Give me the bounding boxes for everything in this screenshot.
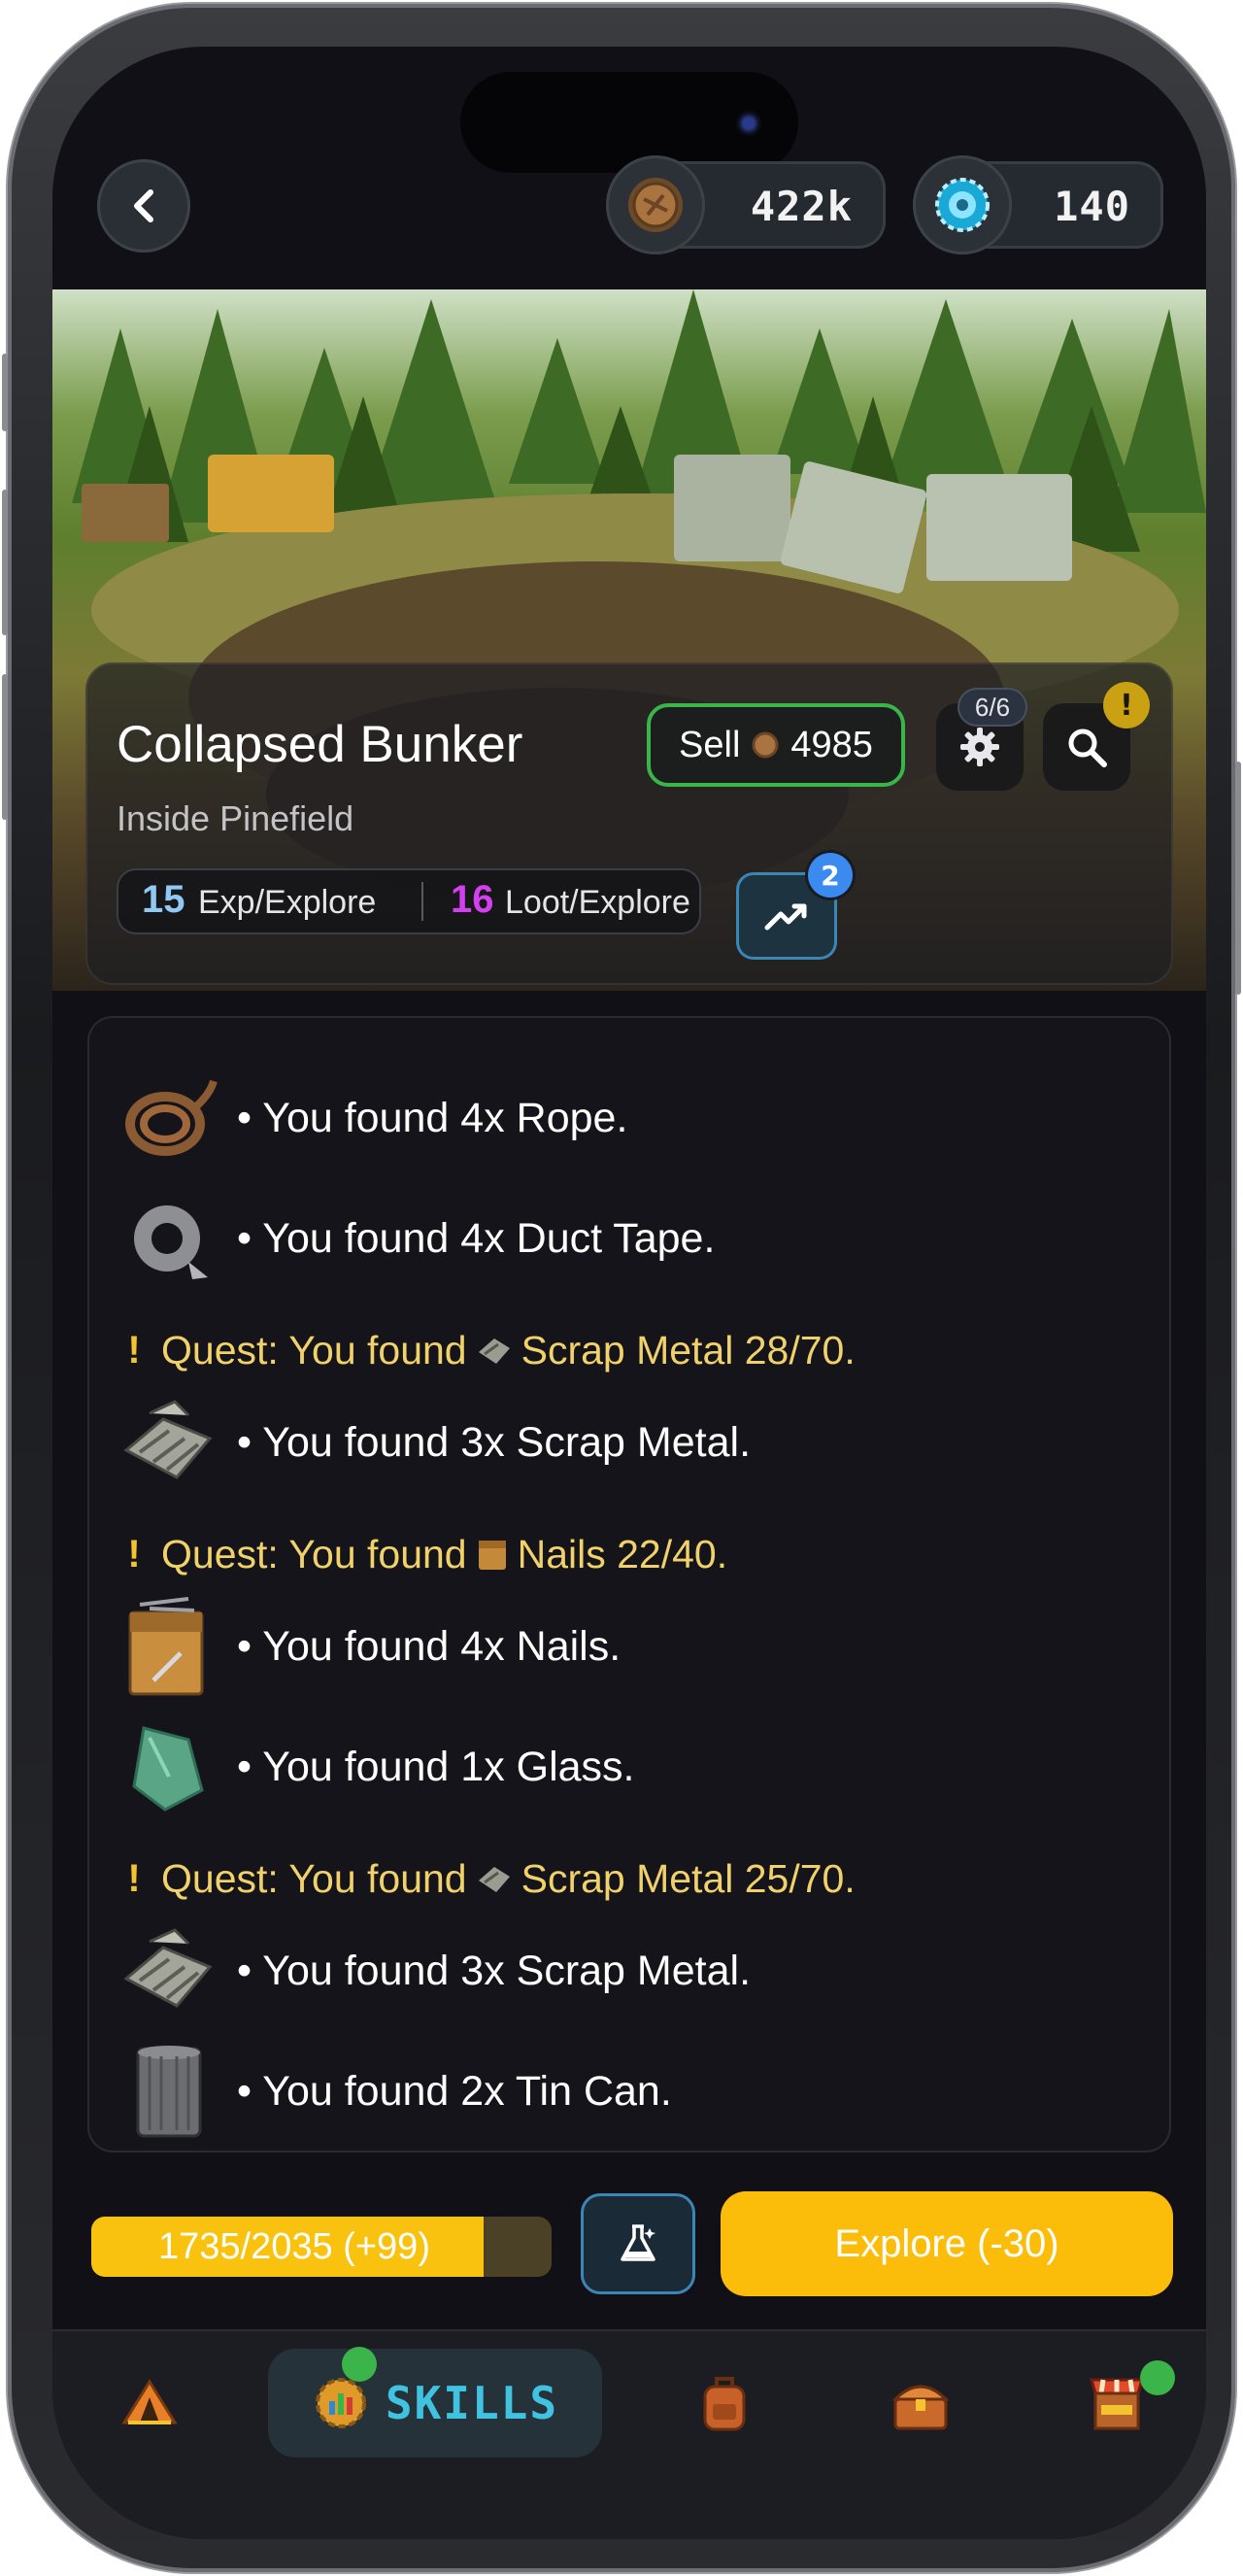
divider — [421, 882, 423, 921]
nav-shop[interactable] — [1058, 2349, 1175, 2457]
quest-prefix: Quest: You found — [161, 1531, 467, 1576]
log-text: • You found 4x Rope. — [237, 1094, 628, 1141]
log-text: • You found 4x Nails. — [237, 1622, 622, 1670]
log-text: • You found 3x Scrap Metal. — [237, 1418, 752, 1466]
rope-icon — [120, 1069, 218, 1167]
location-banner: Collapsed Bunker Inside Pinefield Sell 4… — [52, 289, 1206, 991]
volume-down-button — [2, 674, 8, 820]
nav-skills[interactable]: SKILLS — [268, 2347, 602, 2457]
sell-button[interactable]: Sell 4985 — [647, 703, 905, 787]
log-text: • You found 1x Glass. — [237, 1743, 635, 1790]
scrap-metal-icon — [478, 1339, 510, 1364]
nav-skills-label: SKILLS — [385, 2377, 559, 2429]
quest-text: Quest: You found Scrap Metal 28/70. — [161, 1328, 856, 1373]
explore-stats: 15 Exp/Explore 16 Loot/Explore — [117, 868, 701, 934]
explore-button[interactable]: Explore (-30) — [721, 2191, 1173, 2296]
gear-coin-icon — [752, 731, 779, 759]
nav-chest[interactable] — [862, 2349, 979, 2457]
flask-icon — [621, 2224, 655, 2261]
gem-value: 140 — [1054, 183, 1130, 230]
quest-log-item: ! Quest: You found Scrap Metal 28/70. — [120, 1321, 1138, 1379]
loot-value: 16 — [451, 878, 494, 921]
trends-count-badge: 2 — [808, 853, 853, 898]
duct-tape-icon — [120, 1190, 218, 1287]
quest-detail: Scrap Metal 25/70. — [521, 1855, 856, 1901]
shop-stall-icon — [1090, 2378, 1144, 2430]
quest-log-item: ! Quest: You found Scrap Metal 25/70. — [120, 1849, 1138, 1908]
glass-icon — [120, 1718, 218, 1815]
log-item: • You found 4x Nails. — [120, 1593, 1138, 1700]
log-text: • You found 2x Tin Can. — [237, 2067, 672, 2115]
alert-badge: ! — [1103, 682, 1150, 729]
log-item: • You found 1x Glass. — [120, 1713, 1138, 1820]
quest-alert-icon: ! — [127, 1328, 141, 1372]
skills-chart-icon — [315, 2378, 366, 2428]
potion-button[interactable] — [581, 2193, 695, 2294]
exp-label: Exp/Explore — [198, 884, 377, 921]
camera-icon — [736, 111, 761, 136]
sell-value: 4985 — [790, 724, 873, 765]
quest-alert-icon: ! — [127, 1856, 141, 1900]
bottom-navigation: SKILLS — [52, 2329, 1206, 2539]
location-subtitle: Inside Pinefield — [117, 798, 354, 838]
location-info-card: Collapsed Bunker Inside Pinefield Sell 4… — [85, 662, 1173, 985]
trending-up-icon — [764, 903, 807, 931]
search-icon — [1068, 729, 1107, 767]
energy-progress-bar: 1735/2035 (+99) — [91, 2217, 552, 2277]
nails-icon — [478, 1541, 506, 1570]
log-text: • You found 4x Duct Tape. — [237, 1214, 716, 1262]
notification-dot — [1140, 2360, 1175, 2395]
nav-inventory[interactable] — [666, 2349, 783, 2457]
scrap-metal-icon — [120, 1394, 218, 1491]
log-item: • You found 3x Scrap Metal. — [120, 1917, 1138, 2024]
quest-text: Quest: You found Scrap Metal 25/70. — [161, 1856, 856, 1902]
sell-label: Sell — [679, 724, 741, 765]
back-button[interactable] — [97, 159, 190, 253]
quest-prefix: Quest: You found — [161, 1855, 467, 1901]
dynamic-island — [460, 72, 798, 173]
camp-tent-icon — [121, 2379, 178, 2424]
treasure-chest-icon — [891, 2385, 950, 2430]
backpack-icon — [703, 2377, 746, 2431]
nav-camp[interactable] — [91, 2349, 208, 2457]
chevron-left-icon — [134, 189, 153, 222]
blue-gear-icon — [913, 155, 1012, 254]
log-item: • You found 4x Duct Tape. — [120, 1185, 1138, 1292]
progress-text: 1735/2035 (+99) — [158, 2225, 430, 2267]
coin-value: 422k — [750, 183, 853, 230]
quest-detail: Nails 22/40. — [517, 1531, 728, 1576]
tin-can-icon — [120, 2043, 218, 2140]
coin-counter[interactable]: 422k — [606, 155, 886, 254]
log-item: • You found 2x Tin Can. — [120, 2038, 1138, 2145]
loot-label: Loot/Explore — [505, 884, 690, 921]
settings-count-badge: 6/6 — [957, 688, 1027, 727]
gear-icon — [960, 728, 999, 766]
loot-log: • You found 4x Rope. • You found 4x Duct… — [87, 1016, 1171, 2152]
exp-value: 15 — [142, 878, 185, 921]
power-button — [1235, 762, 1241, 995]
notification-dot — [342, 2347, 377, 2382]
quest-log-item: ! Quest: You found Nails 22/40. — [120, 1525, 1138, 1583]
phone-frame: 422k 140 Collapsed Bunker Inside Pinefie… — [2, 4, 1241, 2572]
scrap-metal-icon — [120, 1922, 218, 2019]
log-item: • You found 3x Scrap Metal. — [120, 1389, 1138, 1496]
quest-alert-icon: ! — [127, 1532, 141, 1576]
quest-prefix: Quest: You found — [161, 1327, 467, 1373]
log-item: • You found 4x Rope. — [120, 1065, 1138, 1171]
nails-box-icon — [120, 1597, 218, 1696]
volume-up-button — [2, 490, 8, 635]
gear-coin-icon — [606, 155, 705, 254]
quest-detail: Scrap Metal 28/70. — [521, 1327, 856, 1373]
quest-text: Quest: You found Nails 22/40. — [161, 1532, 727, 1577]
screen: 422k 140 Collapsed Bunker Inside Pinefie… — [52, 47, 1206, 2539]
silent-switch — [2, 354, 8, 431]
log-text: • You found 3x Scrap Metal. — [237, 1947, 752, 1994]
gem-counter[interactable]: 140 — [913, 155, 1163, 254]
location-title: Collapsed Bunker — [117, 716, 523, 773]
scrap-metal-icon — [478, 1867, 510, 1892]
